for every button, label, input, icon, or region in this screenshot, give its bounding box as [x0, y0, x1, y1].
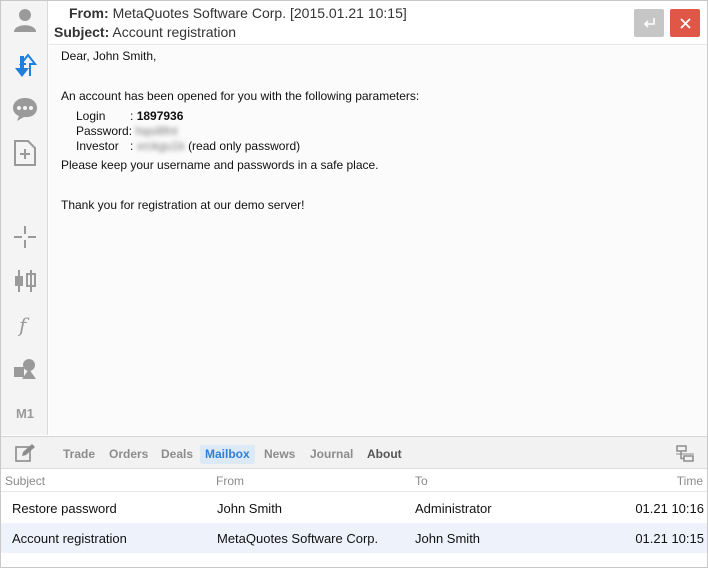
layout-icon[interactable]: [675, 444, 695, 469]
column-header-from[interactable]: From: [216, 474, 244, 488]
from-value: MetaQuotes Software Corp. [2015.01.21 10…: [112, 5, 407, 21]
timeframe-icon[interactable]: M1: [9, 397, 41, 429]
function-icon[interactable]: f: [9, 309, 41, 341]
row-to: Administrator: [415, 501, 492, 516]
toolbox-tabs: Trade Orders Deals Mailbox News Journal …: [1, 436, 707, 469]
login-separator: :: [130, 109, 134, 123]
intro-text: An account has been opened for you with …: [61, 89, 420, 103]
account-icon[interactable]: [9, 4, 41, 36]
investor-separator: :: [130, 139, 134, 153]
column-header-time[interactable]: Time: [677, 474, 703, 488]
crosshair-icon[interactable]: [9, 221, 41, 253]
login-label: Login: [76, 109, 106, 123]
row-from: MetaQuotes Software Corp.: [217, 531, 379, 546]
from-label: From:: [69, 5, 109, 21]
left-toolbar: f M1: [1, 1, 48, 435]
reply-button[interactable]: [634, 9, 664, 37]
tab-about[interactable]: About: [362, 445, 407, 464]
row-subject: Account registration: [12, 531, 127, 546]
shapes-icon[interactable]: [9, 353, 41, 385]
subject-value: Account registration: [112, 24, 237, 40]
thanks-text: Thank you for registration at our demo s…: [61, 198, 305, 212]
subject-label: Subject:: [54, 24, 110, 40]
tab-journal[interactable]: Journal: [305, 445, 358, 464]
investor-value: xrckgu1k: [136, 139, 185, 153]
password-label: Password:: [76, 124, 133, 138]
column-header-to[interactable]: To: [415, 474, 428, 488]
tab-news[interactable]: News: [259, 445, 300, 464]
candlestick-icon[interactable]: [9, 265, 41, 297]
table-row-selected[interactable]: Account registration MetaQuotes Software…: [1, 523, 707, 553]
investor-note: (read only password): [188, 139, 301, 153]
sync-icon[interactable]: [9, 50, 41, 82]
row-time: 01.21 10:15: [635, 531, 704, 546]
message-from: From: MetaQuotes Software Corp. [2015.01…: [69, 5, 407, 21]
password-row: Password: hqsi8fnt: [76, 124, 177, 138]
new-document-icon[interactable]: [9, 137, 41, 169]
mailbox-table-header: Subject From To Time: [1, 470, 707, 492]
table-row[interactable]: Restore password John Smith Administrato…: [1, 493, 707, 523]
row-from: John Smith: [217, 501, 283, 516]
close-button[interactable]: [670, 9, 700, 37]
tab-orders[interactable]: Orders: [104, 445, 153, 464]
close-icon: [679, 17, 691, 29]
keep-safe-text: Please keep your username and passwords …: [61, 158, 379, 172]
reply-icon: [643, 18, 655, 28]
investor-label: Investor: [76, 139, 119, 153]
login-value: 1897936: [136, 109, 184, 123]
row-subject: Restore password: [12, 501, 117, 516]
row-to: John Smith: [415, 531, 481, 546]
compose-icon[interactable]: [14, 443, 36, 468]
row-time: 01.21 10:16: [635, 501, 704, 516]
investor-row: Investor: xrckgu1k (read only password): [76, 139, 300, 153]
chat-icon[interactable]: [9, 93, 41, 125]
message-header: From: MetaQuotes Software Corp. [2015.01…: [49, 1, 707, 45]
message-subject: Subject: Account registration: [54, 24, 236, 40]
greeting-text: Dear, John Smith,: [61, 49, 157, 63]
password-value: hqsi8fnt: [135, 124, 178, 138]
message-body: Dear, John Smith, An account has been op…: [49, 46, 707, 435]
login-row: Login: 1897936: [76, 109, 183, 123]
column-header-subject[interactable]: Subject: [5, 474, 45, 488]
tab-deals[interactable]: Deals: [156, 445, 198, 464]
svg-text:f: f: [17, 313, 30, 337]
tab-mailbox[interactable]: Mailbox: [200, 445, 255, 464]
timeframe-label: M1: [15, 405, 35, 421]
tab-trade[interactable]: Trade: [58, 445, 100, 464]
